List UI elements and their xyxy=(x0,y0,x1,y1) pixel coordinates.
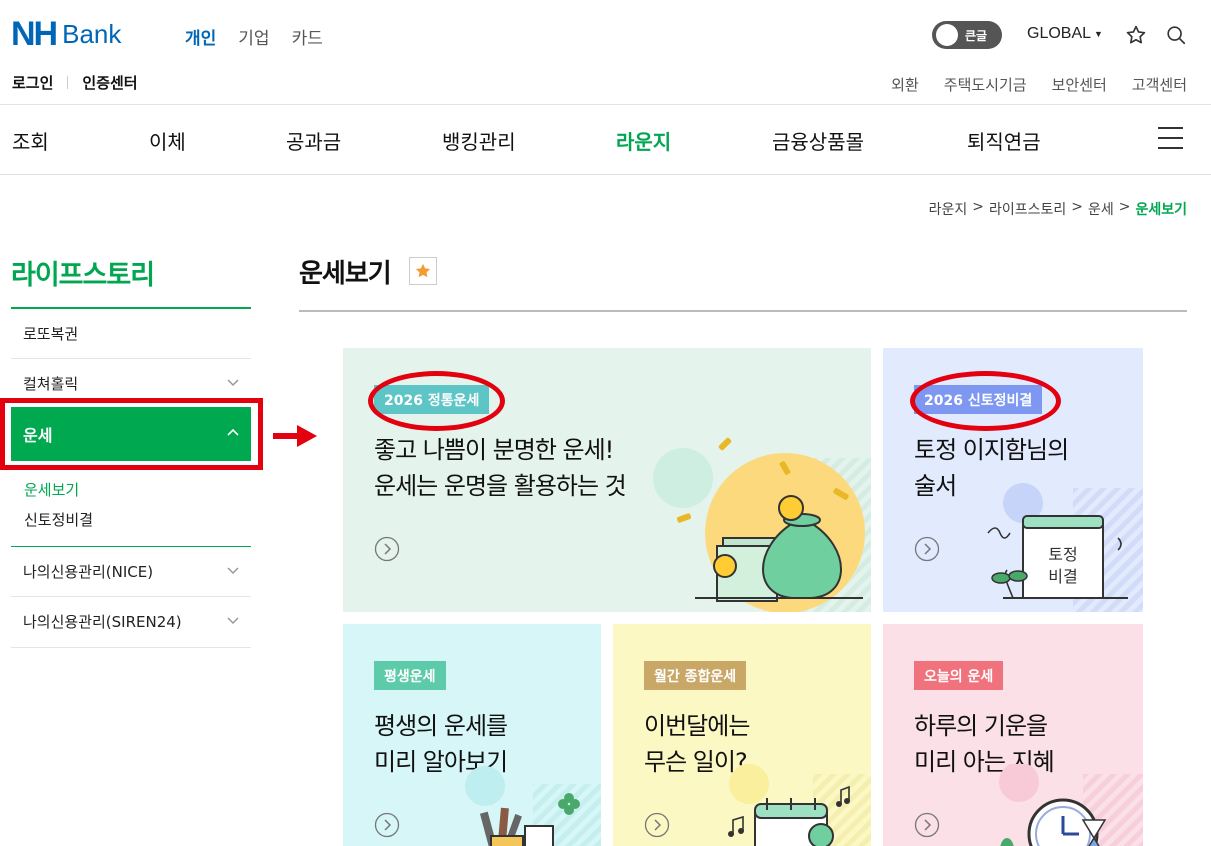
card-tag: 월간 종합운세 xyxy=(644,661,747,690)
tojeong-book-illustration: 토정 비결 xyxy=(987,483,1143,612)
search-icon[interactable] xyxy=(1165,24,1187,46)
header-divider xyxy=(0,104,1211,105)
breadcrumb-fortune[interactable]: 운세 xyxy=(1088,199,1114,219)
gnb-inquiry[interactable]: 조회 xyxy=(12,126,49,155)
lnb-divider xyxy=(11,647,251,648)
global-menu-button[interactable]: GLOBAL ▼ xyxy=(1027,25,1103,43)
illu-text: 토정 xyxy=(1048,545,1077,564)
util-link-fx[interactable]: 외환 xyxy=(891,74,919,95)
lnb-item-credit-nice[interactable]: 나의신용관리(NICE) xyxy=(11,547,251,595)
calendar-illustration xyxy=(728,764,871,846)
gnb-transfer[interactable]: 이체 xyxy=(149,126,186,155)
nh-bank-logo[interactable]: NH Bank xyxy=(11,15,122,53)
breadcrumb-lounge[interactable]: 라운지 xyxy=(929,199,968,219)
card-line: 하루의 기운을 xyxy=(914,712,1048,740)
arrow-circle-icon[interactable] xyxy=(914,812,940,838)
card-line: 이번달에는 xyxy=(644,712,750,740)
large-text-toggle[interactable]: 큰글 xyxy=(932,21,1002,49)
star-icon[interactable] xyxy=(1125,24,1147,46)
chevron-down-icon xyxy=(227,379,239,387)
gnb-banking-management[interactable]: 뱅킹관리 xyxy=(442,126,516,155)
card-tag: 오늘의 운세 xyxy=(914,661,1004,690)
breadcrumb: 라운지 > 라이프스토리 > 운세 > 운세보기 xyxy=(929,199,1187,219)
gnb-retirement-pension[interactable]: 퇴직연금 xyxy=(967,126,1041,155)
toggle-knob xyxy=(936,24,958,46)
cert-center-link[interactable]: 인증센터 xyxy=(82,72,137,93)
util-link-customer-center[interactable]: 고객센터 xyxy=(1132,74,1187,95)
money-bag-illustration xyxy=(653,437,871,612)
highlight-ellipse xyxy=(910,371,1061,431)
page-title: 운세보기 xyxy=(299,259,392,289)
lnb-item-label: 나의신용관리(SIREN24) xyxy=(23,612,182,631)
caret-down-icon: ▼ xyxy=(1094,28,1103,39)
login-separator xyxy=(67,76,69,89)
gnb-lounge[interactable]: 라운지 xyxy=(616,126,671,155)
fortune-card-today[interactable]: 오늘의 운세 하루의 기운을 미리 아는 지혜 xyxy=(883,624,1143,846)
lnb-item-label: 컬쳐홀릭 xyxy=(23,374,79,393)
arrow-circle-icon[interactable] xyxy=(374,536,400,562)
fortune-card-lifetime[interactable]: 평생운세 평생의 운세를 미리 알아보기 xyxy=(343,624,601,846)
arrow-circle-icon[interactable] xyxy=(374,812,400,838)
gnb-divider xyxy=(0,174,1211,175)
breadcrumb-separator: > xyxy=(972,199,984,215)
lnb-sub-tojeong[interactable]: 신토정비결 xyxy=(24,509,93,530)
lnb-item-fortune[interactable]: 운세 xyxy=(11,407,251,461)
favorite-button[interactable] xyxy=(409,257,437,285)
arrow-circle-icon[interactable] xyxy=(644,812,670,838)
lnb-item-label: 로또복권 xyxy=(23,324,79,343)
card-line: 운세는 운명을 활용하는 것 xyxy=(374,472,627,500)
hamburger-menu-icon[interactable] xyxy=(1158,127,1183,149)
fortune-card-monthly[interactable]: 월간 종합운세 이번달에는 무슨 일이? xyxy=(613,624,871,846)
chevron-down-icon xyxy=(227,567,239,575)
highlight-ellipse xyxy=(368,371,505,431)
chevron-up-icon xyxy=(227,428,239,436)
chevron-down-icon xyxy=(227,617,239,625)
business-tabs: 개인 기업 카드 xyxy=(185,24,323,49)
login-link[interactable]: 로그인 xyxy=(12,72,53,93)
card-headline: 좋고 나쁨이 분명한 운세! 운세는 운명을 활용하는 것 xyxy=(374,432,627,504)
gnb-utility-bills[interactable]: 공과금 xyxy=(286,126,341,155)
util-link-housing-fund[interactable]: 주택도시기금 xyxy=(944,74,1027,95)
lnb-item-label: 운세 xyxy=(23,426,53,445)
logo-bank-text: Bank xyxy=(62,19,122,49)
tab-card[interactable]: 카드 xyxy=(292,24,323,49)
lnb-item-label: 나의신용관리(NICE) xyxy=(23,562,154,581)
logo-nh-text: NH xyxy=(11,15,58,53)
login-row: 로그인 인증센터 xyxy=(12,72,138,93)
clock-illustration xyxy=(999,764,1143,846)
toggle-label: 큰글 xyxy=(965,28,988,43)
tab-corporate[interactable]: 기업 xyxy=(238,24,269,49)
lnb-item-credit-siren24[interactable]: 나의신용관리(SIREN24) xyxy=(11,597,251,645)
global-navigation: 조회 이체 공과금 뱅킹관리 라운지 금융상품몰 퇴직연금 xyxy=(0,126,1211,154)
red-arrow-icon xyxy=(273,425,317,447)
star-icon xyxy=(415,263,431,278)
breadcrumb-separator: > xyxy=(1118,199,1131,215)
tab-personal[interactable]: 개인 xyxy=(185,24,216,49)
lnb-title: 라이프스토리 xyxy=(11,260,155,291)
breadcrumb-current: 운세보기 xyxy=(1135,202,1187,218)
util-link-security[interactable]: 보안센터 xyxy=(1052,74,1107,95)
card-line: 좋고 나쁨이 분명한 운세! xyxy=(374,436,614,464)
arrow-circle-icon[interactable] xyxy=(914,536,940,562)
card-line: 토정 이지함님의 xyxy=(914,436,1069,464)
illu-text: 비결 xyxy=(1048,567,1077,586)
gnb-financial-mall[interactable]: 금융상품몰 xyxy=(772,126,864,155)
lnb-item-lotto[interactable]: 로또복권 xyxy=(11,309,251,357)
breadcrumb-separator: > xyxy=(1071,199,1083,215)
card-line: 평생의 운세를 xyxy=(374,712,508,740)
card-tag: 평생운세 xyxy=(374,661,446,690)
pens-clover-illustration xyxy=(465,766,601,846)
title-divider xyxy=(299,310,1187,312)
lnb-sub-fortune-view[interactable]: 운세보기 xyxy=(24,479,79,500)
breadcrumb-lifestory[interactable]: 라이프스토리 xyxy=(989,199,1066,219)
global-label: GLOBAL xyxy=(1027,25,1092,42)
utility-links: 외환 주택도시기금 보안센터 고객센터 xyxy=(891,74,1187,95)
